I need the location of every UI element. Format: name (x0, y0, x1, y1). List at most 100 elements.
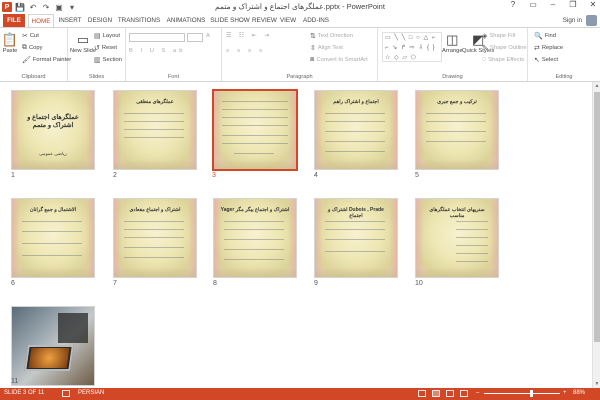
text-line (426, 121, 486, 122)
zoom-out-icon[interactable]: – (476, 390, 479, 396)
cut-button[interactable]: ✂ Cut (22, 32, 39, 40)
slide-edge (214, 159, 296, 169)
clipboard-group: 📋 Paste ✂ Cut ⧉ Copy 🖌 Format Painter Clipb… (0, 28, 71, 81)
spelling-icon[interactable] (62, 390, 70, 397)
convert-smartart-button[interactable]: ⧈ Convert to SmartArt (310, 56, 368, 64)
shape-fill-button[interactable]: ◈ Shape Fill (482, 32, 515, 40)
slide-edge (315, 159, 397, 169)
reset-icon: ↺ (94, 45, 100, 52)
normal-view-icon[interactable] (418, 390, 426, 397)
slide-thumbnail-4[interactable]: اجتماع و اشتراک راهم (314, 90, 398, 170)
copy-button[interactable]: ⧉ Copy (22, 44, 43, 52)
slide-counter: SLIDE 3 OF 11 (4, 390, 45, 396)
slide-thumbnail-2[interactable]: عملگرهای منطقی (113, 90, 197, 170)
reset-button[interactable]: ↺ Reset (94, 44, 117, 52)
text-line (124, 113, 184, 114)
slide-edge (12, 159, 94, 169)
select-button[interactable]: ↖ Select (534, 56, 558, 64)
reading-view-icon[interactable] (446, 390, 454, 397)
find-button[interactable]: 🔍 Find (534, 32, 556, 40)
ribbon-display-icon[interactable]: ▭ (528, 0, 538, 9)
vertical-scrollbar[interactable]: ▲ ▼ (592, 82, 600, 388)
slide-title: سنریهای انتخاب عملگرهای مناسب (429, 207, 485, 219)
close-button[interactable]: ✕ (588, 0, 598, 9)
tab-slide-show[interactable]: SLIDE SHOW (210, 14, 250, 27)
slide-thumbnail-3[interactable] (212, 89, 298, 171)
font-format-icons[interactable]: B I U S ab (129, 48, 185, 54)
slide-thumbnail-6[interactable]: الاشتمال و جمع گرانان (11, 198, 95, 278)
text-line (224, 221, 284, 222)
minimize-button[interactable]: – (548, 0, 558, 9)
slide-edge (86, 91, 94, 169)
shape-effects-button[interactable]: ◌ Shape Effects (482, 56, 524, 63)
text-line (222, 143, 288, 144)
font-size-combo[interactable] (187, 33, 203, 42)
tab-transitions[interactable]: TRANSITIONS (116, 14, 162, 27)
tab-insert[interactable]: INSERT (56, 14, 84, 27)
language-indicator[interactable]: PERSIAN (78, 390, 104, 396)
scroll-thumb[interactable] (594, 92, 600, 342)
new-slide-icon: ▭ (76, 32, 90, 47)
tab-view[interactable]: VIEW (278, 14, 298, 27)
tab-design[interactable]: DESIGN (86, 14, 114, 27)
list-icons[interactable]: ☰ ☷ ⇤ ⇥ (226, 33, 272, 39)
drawing-group-label: Drawing (442, 74, 463, 80)
shape-outline-button[interactable]: ✎ Shape Outline (482, 44, 527, 52)
text-line (124, 237, 184, 238)
slide-show-view-icon[interactable] (460, 390, 468, 397)
zoom-slider-thumb[interactable] (530, 390, 534, 397)
clipboard-group-label: Clipboard (21, 74, 46, 80)
text-line (426, 131, 486, 132)
zoom-in-icon[interactable]: + (563, 390, 567, 396)
tab-file[interactable]: FILE (3, 14, 25, 27)
zoom-level[interactable]: 88% (573, 390, 585, 396)
shape-fill-label: Shape Fill (489, 33, 516, 39)
arrange-button[interactable]: ◫ Arrange (442, 32, 463, 54)
tab-add-ins[interactable]: ADD-INS (300, 14, 332, 27)
avatar[interactable] (586, 15, 597, 26)
tab-animations[interactable]: ANIMATIONS (164, 14, 208, 27)
section-button[interactable]: ▥ Section (94, 56, 122, 64)
text-line (124, 129, 184, 130)
slide-thumbnail-5[interactable]: ترکیب و جمع جبری (415, 90, 499, 170)
text-line (325, 239, 385, 240)
help-icon[interactable]: ? (508, 0, 518, 9)
text-line (325, 113, 385, 114)
effects-icon: ◌ (482, 56, 487, 63)
slide-thumbnail-1[interactable]: عملگرهای اجتماع و اشتراک و متمم ریاضی عم… (11, 90, 95, 170)
scroll-up-icon[interactable]: ▲ (593, 82, 600, 90)
format-painter-button[interactable]: 🖌 Format Painter (22, 56, 71, 64)
align-icons[interactable]: ≡ ≡ ≡ ≡ (226, 48, 265, 54)
font-group-label: Font (167, 74, 180, 80)
align-text-button[interactable]: ⇳ Align Text (310, 44, 343, 52)
grow-font-icon[interactable]: A (206, 33, 210, 39)
restore-button[interactable]: ❐ (568, 0, 578, 9)
font-name-combo[interactable] (129, 33, 185, 42)
slide-thumbnail-9[interactable]: Dubois , Prade اشتراک و اجتماع (314, 198, 398, 278)
replace-button[interactable]: ⇄ Replace (534, 44, 563, 52)
text-direction-button[interactable]: ⇅ Text Direction (310, 32, 353, 40)
slide-thumbnail-11[interactable] (11, 306, 95, 386)
shapes-gallery[interactable]: ▭ ╲ ╲ □ ○ △ ⌐ ⌐ ↘ ↱ ⇨ ⇩ { } ☆ ◇ ▱ ⬠ (382, 32, 442, 62)
slide-thumbnail-10[interactable]: سنریهای انتخاب عملگرهای مناسب (415, 198, 499, 278)
slide-number: 10 (415, 280, 423, 287)
font-group: A B I U S ab Font (126, 28, 222, 81)
sign-in-link[interactable]: Sign in (563, 17, 582, 24)
layout-button[interactable]: ▤ Layout (94, 32, 120, 40)
new-slide-label: New Slide (70, 48, 97, 54)
editing-group-label: Editing (555, 74, 573, 80)
scroll-down-icon[interactable]: ▼ (593, 380, 600, 388)
zoom-slider[interactable] (484, 393, 560, 394)
slide-thumbnail-7[interactable]: اشتراک و اجتماع مفعادی (113, 198, 197, 278)
text-line (22, 255, 82, 256)
paste-button[interactable]: 📋 Paste (2, 32, 18, 54)
arrange-icon: ◫ (446, 32, 459, 47)
slide-thumbnail-8[interactable]: اشتراک و اجتماع بیگر مگر Yager (213, 198, 297, 278)
slide-sorter-view-icon[interactable] (432, 390, 440, 397)
tab-review[interactable]: REVIEW (252, 14, 277, 27)
slide-title: Dubois , Prade اشتراک و اجتماع (328, 207, 384, 219)
tab-home[interactable]: HOME (28, 14, 54, 27)
new-slide-button[interactable]: ▭ New Slide (70, 32, 96, 54)
slide-number: 11 (11, 378, 19, 385)
text-line (222, 125, 288, 126)
